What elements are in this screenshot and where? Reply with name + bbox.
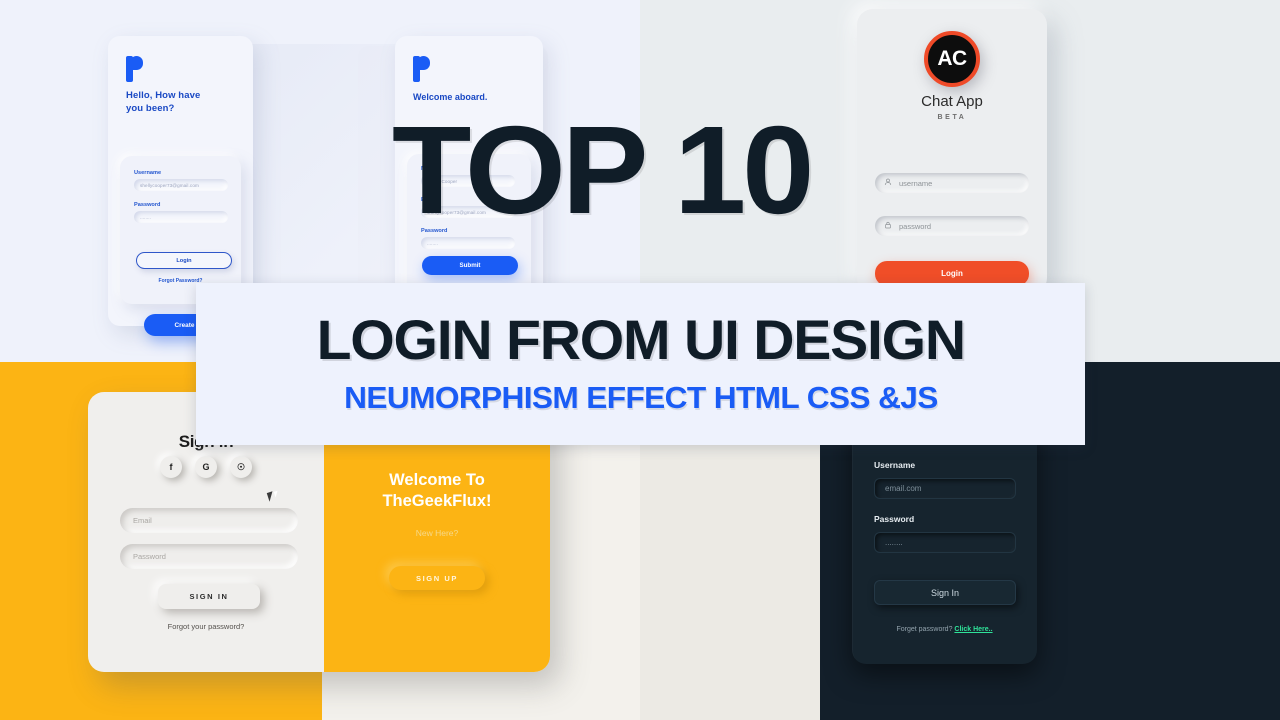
google-icon[interactable]: G — [195, 456, 217, 478]
dark-username-input[interactable]: email.com — [874, 478, 1016, 499]
card1-form-panel: Username shellycooper73@gmail.com Passwo… — [120, 156, 241, 304]
geekflux-subtitle: New Here? — [415, 528, 459, 538]
dark-password-input[interactable]: ........ — [874, 532, 1016, 553]
chat-password-input[interactable]: password — [875, 216, 1029, 236]
chat-app-logo: AC — [924, 31, 980, 87]
dark-forgot-link[interactable]: Click Here.. — [954, 626, 992, 633]
p-logo-icon — [126, 56, 143, 82]
facebook-icon[interactable]: f — [160, 456, 182, 478]
title-main-text: LOGIN FROM UI DESIGN — [316, 308, 965, 371]
geekflux-signup-button[interactable]: SIGN UP — [389, 566, 485, 590]
dark-forgot-password: Forget password? Click Here.. — [852, 626, 1037, 633]
signin-forgot-password-link[interactable]: Forgot your password? — [88, 622, 324, 631]
signin-email-input[interactable]: Email — [120, 508, 298, 533]
dark-username-label: Username — [874, 460, 916, 470]
title-sub-text: NEUMORPHISM EFFECT HTML CSS &JS — [343, 380, 938, 415]
title-overlay-card: LOGIN FROM UI DESIGN NEUMORPHISM EFFECT … — [196, 283, 1085, 445]
card1-login-button[interactable]: Login — [136, 252, 232, 269]
card1-password-label: Password — [134, 202, 161, 208]
top10-heading: TOP 10 — [391, 101, 814, 240]
dark-signin-button[interactable]: Sign In — [874, 580, 1016, 605]
card1-password-input[interactable]: ........ — [134, 211, 228, 223]
signin-password-input[interactable]: Password — [120, 544, 298, 569]
chat-app-login-card: AC Chat App BETA username password Login — [857, 9, 1047, 294]
social-login-row: f G ☉ — [88, 456, 324, 478]
dark-forgot-prefix: Forget password? — [896, 626, 955, 633]
chat-username-placeholder: username — [899, 178, 933, 188]
card2-submit-button[interactable]: Submit — [422, 256, 518, 275]
chat-app-beta-badge: BETA — [937, 114, 967, 121]
chat-app-title: Chat App — [921, 93, 983, 110]
screenshot-stage: Hello, How have you been? Username shell… — [0, 0, 1280, 720]
geekflux-title: Welcome To TheGeekFlux! — [382, 471, 492, 511]
card1-greeting: Hello, How have you been? — [126, 90, 201, 114]
chat-username-input[interactable]: username — [875, 173, 1029, 193]
dark-password-label: Password — [874, 514, 915, 524]
chat-password-placeholder: password — [899, 221, 932, 231]
lock-icon — [884, 221, 892, 231]
card1-username-label: Username — [134, 170, 162, 176]
p-logo-icon — [413, 56, 430, 82]
card1-username-input[interactable]: shellycooper73@gmail.com — [134, 179, 228, 191]
signin-button[interactable]: SIGN IN — [158, 584, 260, 609]
github-icon[interactable]: ☉ — [230, 456, 252, 478]
user-icon — [884, 178, 892, 188]
